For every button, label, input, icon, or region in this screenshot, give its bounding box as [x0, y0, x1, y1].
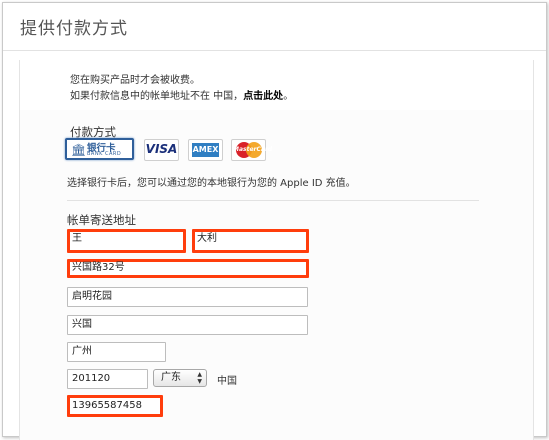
billing-address-label: 帐单寄送地址 — [67, 213, 136, 227]
province-select-value: 广东 — [161, 372, 181, 383]
region-notice-suffix: 。 — [283, 91, 294, 102]
bank-card-option[interactable]: 🏛 银行卡 BANK CARD — [65, 138, 134, 160]
title-divider — [3, 50, 546, 51]
click-here-link[interactable]: 点击此处 — [243, 91, 283, 102]
amex-icon: AMEX — [192, 143, 219, 157]
amex-option[interactable]: AMEX — [188, 139, 223, 161]
mastercard-option[interactable]: MasterCard — [231, 139, 273, 161]
region-notice: 如果付款信息中的帐单地址不在 中国，点击此处。 — [70, 87, 293, 102]
bank-card-note: 选择银行卡后，您可以通过您的本地银行为您的 Apple ID 充值。 — [67, 178, 356, 189]
street-line2-field[interactable]: 启明花园 — [67, 287, 308, 307]
first-name-field[interactable]: 大利 — [192, 229, 309, 253]
visa-option[interactable]: VISA — [144, 139, 179, 161]
street-line1-field[interactable]: 兴国路32号 — [67, 259, 309, 278]
charge-notice: 您在购买产品时才会被收费。 — [70, 71, 200, 86]
mastercard-icon: MasterCard — [233, 146, 273, 153]
country-text: 中国 — [217, 376, 237, 387]
charge-notice-text: 您在购买产品时才会被收费。 — [70, 75, 200, 86]
bank-card-sublabel: BANK CARD — [87, 151, 122, 157]
street-line3-field[interactable]: 兴国 — [67, 315, 308, 335]
chevron-up-down-icon: ▲ ▼ — [197, 371, 202, 385]
province-select[interactable]: 广东 ▲ ▼ — [153, 369, 207, 387]
region-notice-text: 如果付款信息中的帐单地址不在 中国， — [70, 91, 244, 102]
section-divider — [67, 200, 479, 201]
page-title: 提供付款方式 — [20, 19, 128, 39]
last-name-field[interactable]: 王 — [67, 229, 186, 253]
phone-field[interactable]: 13965587458 — [67, 395, 163, 417]
visa-icon: VISA — [145, 142, 178, 156]
city-field[interactable]: 广州 — [67, 342, 166, 362]
bank-card-icon: 🏛 — [71, 143, 87, 157]
payment-panel: 提供付款方式 您在购买产品时才会被收费。 如果付款信息中的帐单地址不在 中国，点… — [2, 2, 547, 440]
postcode-field[interactable]: 201120 — [67, 369, 148, 389]
